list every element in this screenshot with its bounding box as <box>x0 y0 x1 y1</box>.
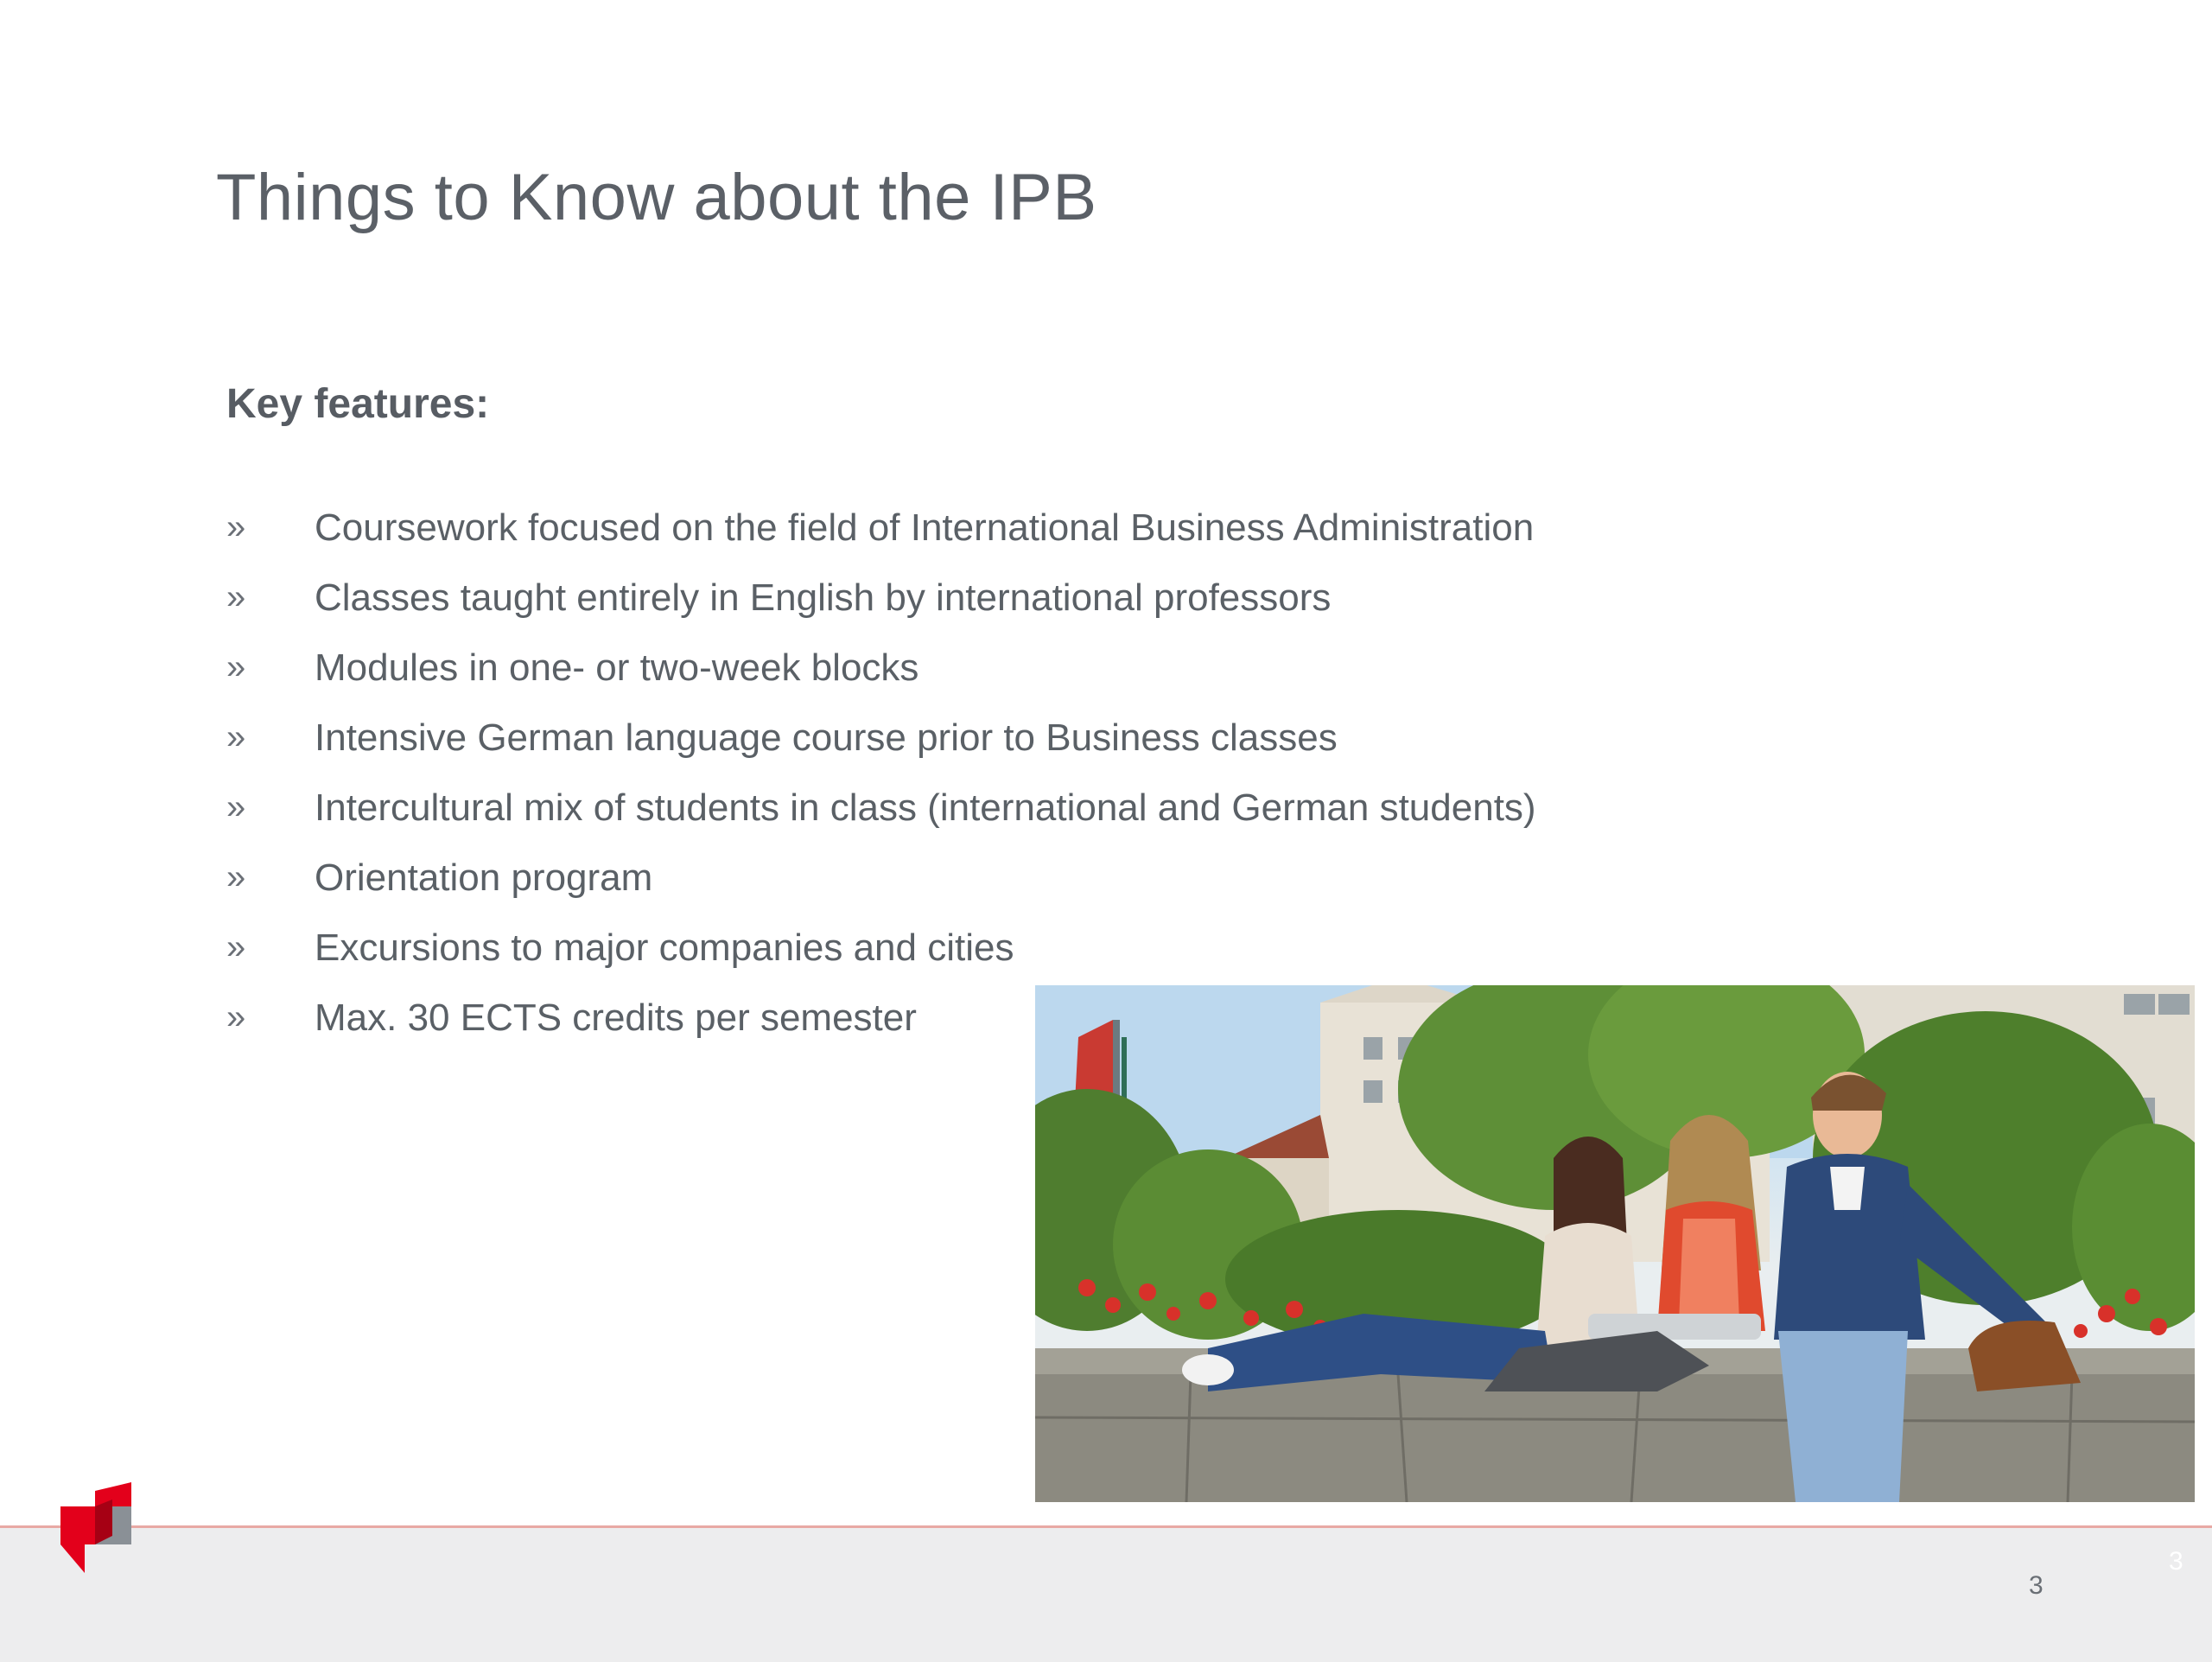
feature-item: » Intercultural mix of students in class… <box>226 773 1536 843</box>
bullet-glyph: » <box>226 578 246 616</box>
page-number: 3 <box>2029 1571 2044 1600</box>
feature-text: Classes taught entirely in English by in… <box>315 576 1332 619</box>
bullet-glyph: » <box>226 508 246 546</box>
feature-text: Intensive German language course prior t… <box>315 716 1338 759</box>
feature-text: Excursions to major companies and cities <box>315 926 1014 969</box>
bullet-glyph: » <box>226 928 246 966</box>
feature-text: Orientation program <box>315 856 653 899</box>
bullet-glyph: » <box>226 998 246 1036</box>
feature-item: » Coursework focused on the field of Int… <box>226 493 1536 563</box>
footer-bar <box>0 1525 2212 1662</box>
feature-item: » Excursions to major companies and citi… <box>226 913 1536 983</box>
feature-text: Coursework focused on the field of Inter… <box>315 506 1535 549</box>
feature-item: » Classes taught entirely in English by … <box>226 563 1536 633</box>
university-logo <box>60 1482 157 1573</box>
feature-text: Intercultural mix of students in class (… <box>315 786 1536 829</box>
feature-item: » Modules in one- or two-week blocks <box>226 633 1536 703</box>
feature-text: Modules in one- or two-week blocks <box>315 646 919 689</box>
bullet-glyph: » <box>226 648 246 686</box>
slide-title: Things to Know about the IPB <box>216 161 1097 234</box>
bullet-glyph: » <box>226 718 246 756</box>
feature-item: » Intensive German language course prior… <box>226 703 1536 773</box>
campus-students-photo <box>1035 985 2195 1502</box>
bullet-glyph: » <box>226 858 246 896</box>
bullet-glyph: » <box>226 788 246 826</box>
feature-list: » Coursework focused on the field of Int… <box>226 493 1536 1053</box>
section-heading: Key features: <box>226 381 490 427</box>
ghost-page-number: 3 <box>2169 1547 2183 1576</box>
feature-text: Max. 30 ECTS credits per semester <box>315 996 917 1039</box>
feature-item: » Orientation program <box>226 843 1536 913</box>
